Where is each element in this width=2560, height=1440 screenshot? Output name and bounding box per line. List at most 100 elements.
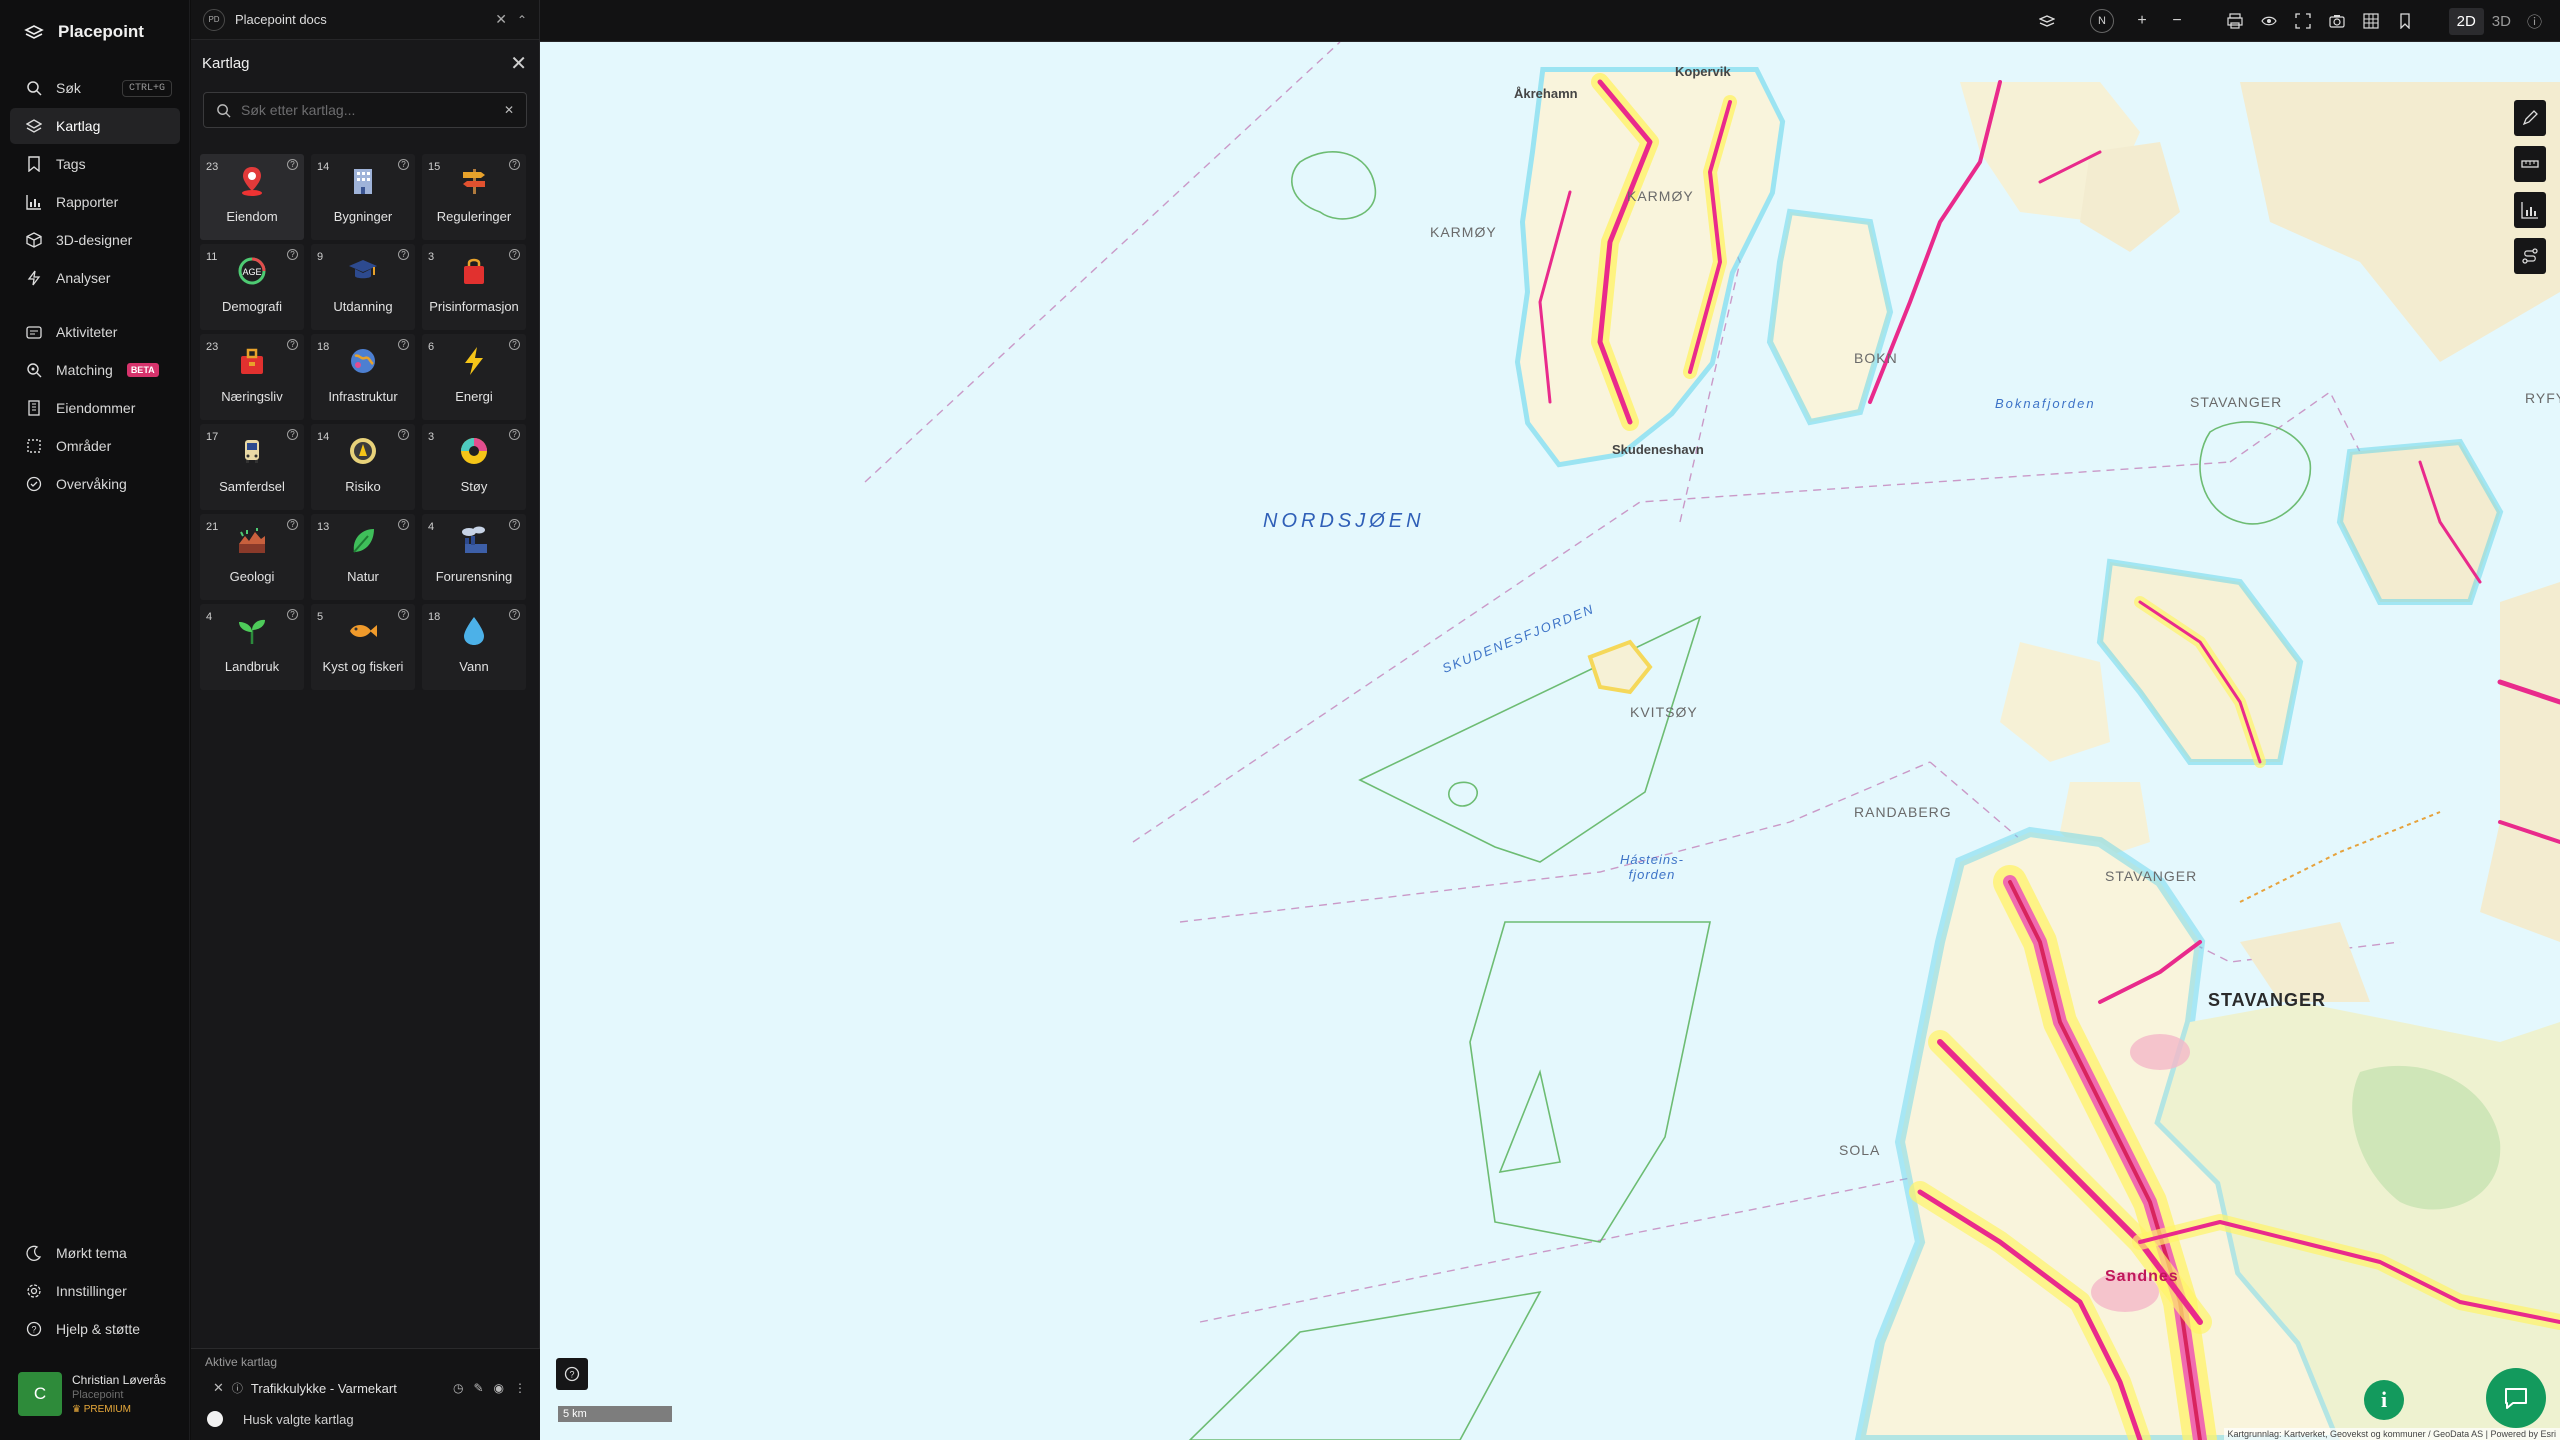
dimension-toggle[interactable]: 2D 3D ⓘ [2448, 6, 2550, 37]
map-label-kopervik: Kopervik [1675, 64, 1731, 79]
category-energi[interactable]: 6? Energi [422, 334, 526, 420]
info-icon[interactable]: ? [398, 339, 409, 350]
bookmark-icon [28, 156, 40, 172]
opacity-icon[interactable]: ◷ [453, 1381, 463, 1395]
document-tab[interactable]: PD Placepoint docs ✕ ⌃ [191, 0, 539, 40]
draw-tool-icon[interactable] [2514, 100, 2546, 136]
nav-item-settings[interactable]: Innstillinger [10, 1273, 180, 1309]
nav-item-eiendommer[interactable]: Eiendommer [10, 390, 180, 426]
remove-layer-icon[interactable]: ✕ [213, 1380, 224, 1396]
active-layer-row[interactable]: ✕ ⓘ Trafikkulykke - Varmekart ◷ ✎ ◉ ⋮ [191, 1375, 540, 1401]
print-icon[interactable] [2223, 9, 2247, 33]
remember-toggle[interactable] [207, 1411, 223, 1427]
info-icon[interactable]: ? [287, 249, 298, 260]
category-label: Risiko [345, 479, 381, 494]
info-icon[interactable]: ? [509, 339, 520, 350]
layer-search[interactable]: ✕ [203, 92, 527, 128]
info-icon[interactable]: ? [287, 339, 298, 350]
category-geologi[interactable]: 21? Geologi [200, 514, 304, 600]
category-prisinformasjon[interactable]: 3? Prisinformasjon [422, 244, 526, 330]
category-kyst-og-fiskeri[interactable]: 5? Kyst og fiskeri [311, 604, 415, 690]
fullscreen-icon[interactable] [2291, 9, 2315, 33]
map-help-button[interactable]: ? [556, 1358, 588, 1390]
info-icon[interactable]: ? [287, 609, 298, 620]
nav-item-analyser[interactable]: Analyser [10, 260, 180, 296]
info-icon[interactable]: ? [287, 429, 298, 440]
info-icon[interactable]: ? [398, 609, 409, 620]
info-icon[interactable]: ? [509, 609, 520, 620]
scale-bar: 5 km [558, 1406, 672, 1422]
info-icon[interactable]: ? [398, 249, 409, 260]
remember-layers[interactable]: Husk valgte kartlag [191, 1401, 540, 1427]
nav-item-overvaking[interactable]: Overvåking [10, 466, 180, 502]
info-icon[interactable]: ? [398, 429, 409, 440]
info-icon[interactable]: ? [509, 249, 520, 260]
info-icon[interactable]: ? [509, 159, 520, 170]
nav-item-help[interactable]: ? Hjelp & støtte [10, 1311, 180, 1347]
nav-item-tags[interactable]: Tags [10, 146, 180, 182]
nav-item-3d-designer[interactable]: 3D-designer [10, 222, 180, 258]
grid-icon[interactable] [2359, 9, 2383, 33]
nav-item-dark-theme[interactable]: Mørkt tema [10, 1235, 180, 1271]
edit-icon[interactable]: ✎ [473, 1381, 483, 1395]
map-label-hasteinsfjorden: Hásteins-fjorden [1620, 852, 1684, 882]
info-icon[interactable]: ? [398, 159, 409, 170]
category-reguleringer[interactable]: 15? Reguleringer [422, 154, 526, 240]
info-button[interactable]: i [2364, 1380, 2404, 1420]
eye-icon[interactable]: ◉ [494, 1381, 504, 1395]
zoom-in-icon[interactable]: + [2130, 9, 2154, 33]
category-natur[interactable]: 13? Natur [311, 514, 415, 600]
category-demografi[interactable]: 11? AGE Demografi [200, 244, 304, 330]
info-circle-icon[interactable]: ⓘ [2519, 6, 2550, 37]
nav-item-matching[interactable]: Matching BETA [10, 352, 180, 388]
map-label-sola: SOLA [1839, 1142, 1881, 1158]
zoom-out-icon[interactable]: − [2165, 9, 2189, 33]
route-icon[interactable] [2514, 238, 2546, 274]
nav-item-kartlag[interactable]: Kartlag [10, 108, 180, 144]
category-risiko[interactable]: 14? Risiko [311, 424, 415, 510]
brand[interactable]: Placepoint [0, 0, 189, 64]
category-label: Støy [460, 479, 488, 494]
category-vann[interactable]: 18? Vann [422, 604, 526, 690]
measure-icon[interactable] [2514, 146, 2546, 182]
layer-info-icon[interactable]: ⓘ [232, 1380, 243, 1396]
eye-icon[interactable] [2257, 9, 2281, 33]
chevron-updown-icon[interactable]: ⌃ [517, 13, 527, 27]
info-icon[interactable]: ? [509, 429, 520, 440]
nav-item-aktiviteter[interactable]: Aktiviteter [10, 314, 180, 350]
close-icon[interactable]: ✕ [495, 11, 507, 28]
nav-label: Innstillinger [56, 1283, 127, 1299]
category-landbruk[interactable]: 4? Landbruk [200, 604, 304, 690]
category-utdanning[interactable]: 9? Utdanning [311, 244, 415, 330]
map-canvas[interactable]: NORDSJØEN KARMØY KARMØY KVITSØY BOKN STA… [540, 42, 2560, 1440]
category-samferdsel[interactable]: 17? Samferdsel [200, 424, 304, 510]
view-2d-button[interactable]: 2D [2448, 8, 2484, 35]
clear-icon[interactable]: ✕ [504, 103, 514, 117]
elevation-profile-icon[interactable] [2514, 192, 2546, 228]
user-profile[interactable]: C Christian Løverås Placepoint ♛ PREMIUM [18, 1372, 166, 1416]
view-3d-button[interactable]: 3D [2484, 8, 2519, 35]
nav-item-omrader[interactable]: Områder [10, 428, 180, 464]
layers-stack-icon[interactable] [2035, 9, 2059, 33]
info-icon[interactable]: ? [398, 519, 409, 530]
category-eiendom[interactable]: 23? Eiendom [200, 154, 304, 240]
nav-item-rapporter[interactable]: Rapporter [10, 184, 180, 220]
bookmark-icon[interactable] [2393, 9, 2417, 33]
more-icon[interactable]: ⋮ [514, 1381, 526, 1395]
info-icon[interactable]: ? [509, 519, 520, 530]
search-input[interactable] [241, 102, 494, 118]
category-stoy[interactable]: 3? Støy [422, 424, 526, 510]
info-icon[interactable]: ? [287, 159, 298, 170]
category-forurensning[interactable]: 4? Forurensning [422, 514, 526, 600]
category-naeringsliv[interactable]: 23? Næringsliv [200, 334, 304, 420]
category-infrastruktur[interactable]: 18? Infrastruktur [311, 334, 415, 420]
activity-icon [26, 326, 42, 339]
info-icon[interactable]: ? [287, 519, 298, 530]
chat-button[interactable] [2486, 1368, 2546, 1428]
factory-icon [462, 526, 487, 553]
panel-close-icon[interactable]: ✕ [510, 51, 527, 76]
camera-icon[interactable] [2325, 9, 2349, 33]
compass-icon[interactable]: N [2090, 9, 2114, 33]
category-bygninger[interactable]: 14? Bygninger [311, 154, 415, 240]
nav-item-search[interactable]: Søk CTRL+G [10, 70, 180, 106]
